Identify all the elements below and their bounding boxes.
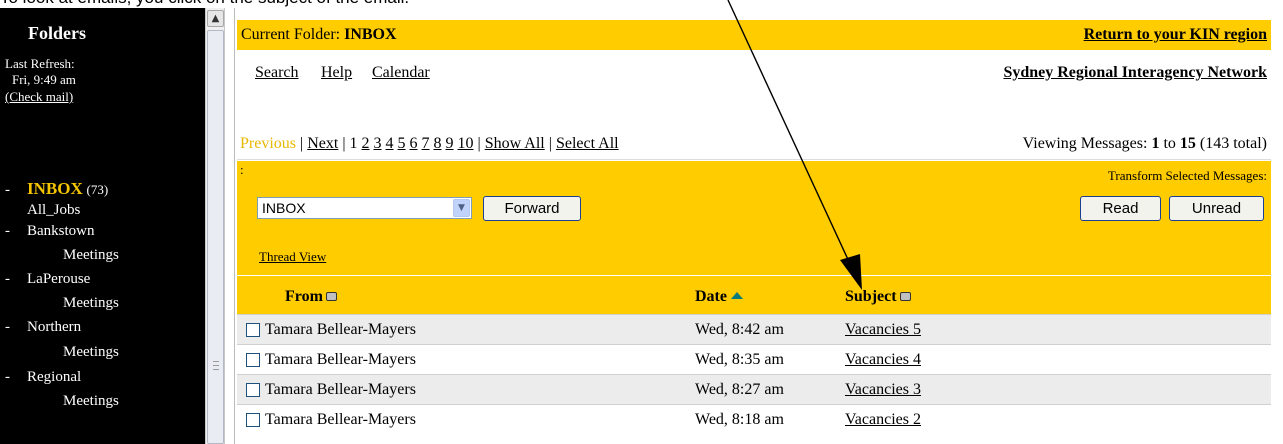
folder-laperouse[interactable]: - LaPerouse [5, 270, 90, 289]
folder-all-jobs[interactable]: All_Jobs [27, 201, 80, 220]
folder-northern-meetings[interactable]: Meetings [63, 343, 119, 362]
folder-regional-meetings[interactable]: Meetings [63, 392, 119, 411]
thread-view-link[interactable]: Thread View [259, 248, 326, 266]
table-row[interactable]: Tamara Bellear-Mayers Wed, 8:42 am Vacan… [237, 314, 1271, 344]
forward-button[interactable]: Forward [483, 196, 581, 221]
last-refresh-label: Last Refresh: [5, 56, 75, 71]
folder-inbox-count: (73) [86, 182, 109, 197]
page-2-link[interactable]: 2 [362, 135, 370, 152]
unread-button[interactable]: Unread [1169, 196, 1264, 221]
message-date: Wed, 8:18 am [695, 411, 784, 428]
message-date: Wed, 8:27 am [695, 381, 784, 398]
sort-ascending-icon[interactable] [730, 292, 743, 299]
transform-label: Transform Selected Messages: [1107, 168, 1267, 183]
current-folder-name: INBOX [344, 26, 397, 43]
previous-link: Previous [240, 135, 296, 152]
table-row[interactable]: Tamara Bellear-Mayers Wed, 8:35 am Vacan… [237, 344, 1271, 374]
read-button[interactable]: Read [1080, 196, 1161, 221]
message-date: Wed, 8:35 am [695, 351, 784, 368]
nav-calendar-link[interactable]: Calendar [372, 64, 430, 82]
scroll-up-arrow-icon[interactable]: ▲ [207, 10, 224, 27]
folder-pane: Folders Last Refresh: Fri, 9:49 am (Chec… [0, 8, 205, 444]
instruction-caption: To look at emails, you click on the subj… [0, 0, 1283, 8]
folder-bankstown-meetings[interactable]: Meetings [63, 246, 119, 265]
col-subject[interactable]: Subject [845, 288, 911, 306]
row-checkbox[interactable] [246, 353, 260, 367]
scroll-grip-icon [213, 361, 219, 370]
message-from: Tamara Bellear-Mayers [265, 411, 416, 428]
row-checkbox[interactable] [246, 413, 260, 427]
scroll-thumb[interactable] [207, 30, 224, 444]
message-date: Wed, 8:42 am [695, 321, 784, 338]
last-refresh-time: Fri, 9:49 am [12, 72, 76, 87]
page-10-link[interactable]: 10 [458, 135, 474, 152]
folders-heading: Folders [28, 23, 86, 43]
message-from: Tamara Bellear-Mayers [265, 381, 416, 398]
sidebar-scrollbar[interactable]: ▲ [205, 8, 225, 444]
folder-northern[interactable]: - Northern [5, 318, 81, 337]
page-3-link[interactable]: 3 [374, 135, 382, 152]
sort-toggle-icon[interactable] [325, 292, 337, 301]
folder-regional[interactable]: - Regional [5, 368, 81, 387]
message-from: Tamara Bellear-Mayers [265, 321, 416, 338]
message-subject-link[interactable]: Vacancies 4 [845, 351, 921, 369]
return-to-region-link[interactable]: Return to your KIN region [1084, 26, 1267, 44]
message-subject-link[interactable]: Vacancies 5 [845, 321, 921, 339]
paging-strip: Previous | Next | 1 2 3 4 5 6 7 8 9 10 |… [237, 92, 1271, 160]
nav-strip: Search Help Calendar Sydney Regional Int… [237, 52, 1271, 92]
next-link[interactable]: Next [307, 135, 338, 152]
chevron-down-icon[interactable]: ▼ [453, 199, 470, 217]
show-all-link[interactable]: Show All [485, 135, 545, 152]
row-checkbox[interactable] [246, 383, 260, 397]
page-4-link[interactable]: 4 [386, 135, 394, 152]
viewing-messages: Viewing Messages: 1 to 15 (143 total) [1022, 135, 1267, 152]
folder-laperouse-meetings[interactable]: Meetings [63, 294, 119, 313]
message-subject-link[interactable]: Vacancies 2 [845, 411, 921, 429]
col-date[interactable]: Date [695, 288, 743, 306]
nav-search-link[interactable]: Search [255, 64, 299, 82]
message-subject-link[interactable]: Vacancies 3 [845, 381, 921, 399]
page-6-link[interactable]: 6 [410, 135, 418, 152]
row-checkbox[interactable] [246, 323, 260, 337]
nav-help-link[interactable]: Help [321, 64, 352, 82]
message-from: Tamara Bellear-Mayers [265, 351, 416, 368]
message-list-panel: Current Folder: INBOX Return to your KIN… [234, 8, 1272, 444]
folder-inbox-label: INBOX [27, 179, 83, 198]
network-name-link[interactable]: Sydney Regional Interagency Network [1003, 64, 1267, 82]
select-all-link[interactable]: Select All [556, 135, 619, 152]
col-from[interactable]: From [285, 288, 337, 306]
pagination: Previous | Next | 1 2 3 4 5 6 7 8 9 10 |… [240, 135, 619, 152]
move-folder-select[interactable]: INBOX ▼ [257, 197, 472, 219]
check-mail-link[interactable]: (Check mail) [5, 89, 73, 104]
table-row[interactable]: Tamara Bellear-Mayers Wed, 8:18 am Vacan… [237, 404, 1271, 434]
header-band: Current Folder: INBOX Return to your KIN… [237, 20, 1271, 50]
page-9-link[interactable]: 9 [446, 135, 454, 152]
folder-inbox[interactable]: - INBOX (73) [5, 179, 108, 200]
page-5-link[interactable]: 5 [398, 135, 406, 152]
column-header: From Date Subject [237, 276, 1271, 314]
page-1: 1 [349, 135, 358, 152]
current-folder: Current Folder: INBOX [241, 26, 397, 43]
table-row[interactable]: Tamara Bellear-Mayers Wed, 8:27 am Vacan… [237, 374, 1271, 404]
folder-bankstown[interactable]: - Bankstown [5, 222, 95, 241]
page-8-link[interactable]: 8 [434, 135, 442, 152]
sort-toggle-icon[interactable] [899, 292, 911, 301]
page-7-link[interactable]: 7 [422, 135, 430, 152]
